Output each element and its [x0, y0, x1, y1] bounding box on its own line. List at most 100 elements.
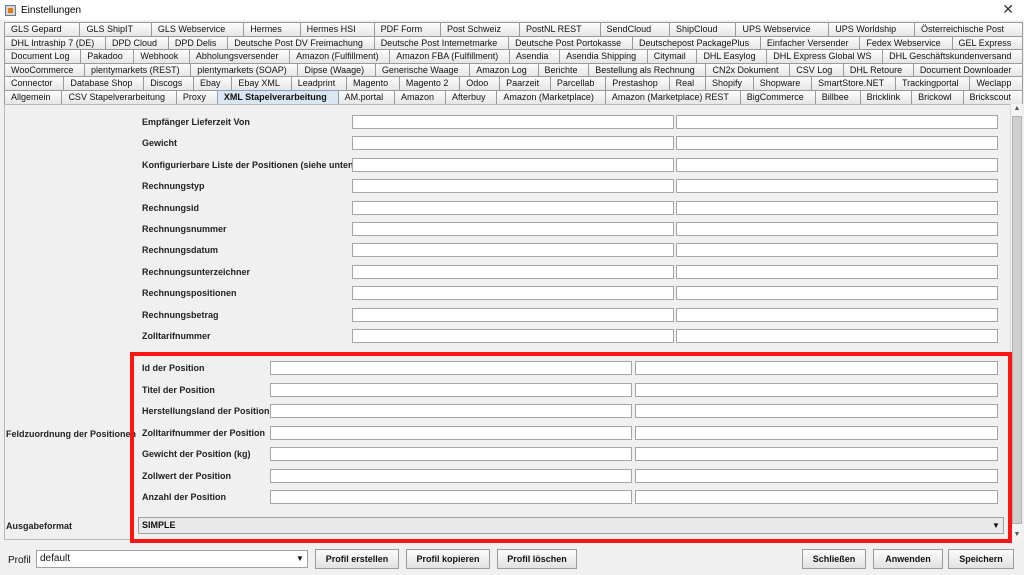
scroll-up-icon[interactable]: ▲	[1011, 104, 1023, 114]
target-field-input[interactable]	[676, 200, 998, 215]
anwenden-button[interactable]: Anwenden	[873, 549, 943, 569]
position-target-input[interactable]	[635, 382, 998, 397]
tab-document-downloader[interactable]: Document Downloader	[912, 62, 1024, 77]
tab-gel-express[interactable]: GEL Express	[951, 35, 1024, 50]
tab-magento[interactable]: Magento	[346, 76, 400, 90]
position-source-input[interactable]	[270, 425, 632, 440]
target-field-input[interactable]	[676, 222, 998, 236]
profil-select[interactable]: default ▼	[36, 550, 308, 568]
tab-brickowl[interactable]: Brickowl	[911, 89, 964, 104]
tab-dpd-delis[interactable]: DPD Delis	[167, 35, 229, 50]
tab-einfacher-versender[interactable]: Einfacher Versender	[759, 35, 861, 50]
tab-deutsche-post-portokasse[interactable]: Deutsche Post Portokasse	[508, 35, 633, 50]
tab-brickscout[interactable]: Brickscout	[962, 89, 1023, 104]
tab-amazon-log[interactable]: Amazon Log	[469, 62, 539, 77]
tab-hermes[interactable]: Hermes	[243, 22, 301, 36]
tab-berichte[interactable]: Berichte	[537, 62, 590, 77]
tab-parcellab[interactable]: Parcellab	[549, 76, 607, 90]
tab-shipcloud[interactable]: ShipCloud	[669, 22, 737, 36]
source-field-input[interactable]	[352, 115, 674, 129]
tab-gls-shipit[interactable]: GLS ShipIT	[79, 22, 152, 36]
position-source-input[interactable]	[270, 361, 632, 375]
tab-asendia[interactable]: Asendia	[508, 49, 561, 63]
tab-gls-gepard[interactable]: GLS Gepard	[4, 22, 81, 36]
tab-bricklink[interactable]: Bricklink	[859, 89, 913, 104]
tab-dpd-cloud[interactable]: DPD Cloud	[105, 35, 169, 50]
position-target-input[interactable]	[635, 447, 998, 461]
tab-xml-stapelverarbeitung[interactable]: XML Stapelverarbeitung	[216, 89, 339, 104]
position-target-input[interactable]	[635, 404, 998, 418]
tab-am-portal[interactable]: AM.portal	[337, 89, 396, 104]
source-field-input[interactable]	[352, 222, 674, 236]
tab-bestellung-als-rechnung[interactable]: Bestellung als Rechnung	[588, 62, 707, 77]
source-field-input[interactable]	[352, 307, 674, 322]
scroll-thumb[interactable]	[1012, 116, 1022, 524]
tab-allgemein[interactable]: Allgemein	[4, 89, 63, 104]
source-field-input[interactable]	[352, 286, 674, 301]
position-target-input[interactable]	[635, 361, 998, 375]
source-field-input[interactable]	[352, 329, 674, 343]
tab-leadprint[interactable]: Leadprint	[290, 76, 348, 90]
target-field-input[interactable]	[676, 179, 998, 194]
tab-generische-waage[interactable]: Generische Waage	[374, 62, 471, 77]
scroll-down-icon[interactable]: ▼	[1011, 530, 1023, 540]
tab-amazon[interactable]: Amazon	[394, 89, 446, 104]
close-icon[interactable]: ✕	[1002, 1, 1014, 18]
chevron-down-icon[interactable]: ▼	[293, 551, 307, 567]
tab-smartstore-net[interactable]: SmartStore.NET	[811, 76, 896, 90]
tab-database-shop[interactable]: Database Shop	[63, 76, 145, 90]
tab-real[interactable]: Real	[668, 76, 706, 90]
profil-kopieren-button[interactable]: Profil kopieren	[406, 549, 490, 569]
tab-csv-stapelverarbeitung[interactable]: CSV Stapelverarbeitung	[61, 89, 177, 104]
position-target-input[interactable]	[635, 425, 998, 440]
source-field-input[interactable]	[352, 200, 674, 215]
profil-erstellen-button[interactable]: Profil erstellen	[315, 549, 399, 569]
tab-csv-log[interactable]: CSV Log	[789, 62, 844, 77]
tab-sendcloud[interactable]: SendCloud	[599, 22, 671, 36]
tab-österreichische-post[interactable]: Österreichische Post	[914, 22, 1023, 36]
ausgabeformat-select[interactable]: SIMPLE ▼	[138, 517, 1004, 534]
tab-amazon-fba-fulfillment[interactable]: Amazon FBA (Fulfillment)	[389, 49, 510, 63]
tab-pakadoo[interactable]: Pakadoo	[80, 49, 135, 63]
source-field-input[interactable]	[352, 243, 674, 258]
chevron-down-icon[interactable]: ▼	[989, 518, 1003, 533]
source-field-input[interactable]	[352, 179, 674, 194]
tab-amazon-marketplace[interactable]: Amazon (Marketplace)	[496, 89, 606, 104]
vertical-scrollbar[interactable]: ▲ ▼	[1010, 104, 1022, 540]
tab-fedex-webservice[interactable]: Fedex Webservice	[859, 35, 953, 50]
tab-cn2x-dokument[interactable]: CN2x Dokument	[705, 62, 791, 77]
target-field-input[interactable]	[676, 157, 998, 172]
position-source-input[interactable]	[270, 382, 632, 397]
tab-bigcommerce[interactable]: BigCommerce	[739, 89, 816, 104]
tab-woocommerce[interactable]: WooCommerce	[4, 62, 86, 77]
position-source-input[interactable]	[270, 490, 632, 504]
source-field-input[interactable]	[352, 264, 674, 279]
tab-magento-2[interactable]: Magento 2	[398, 76, 461, 90]
tab-shopware[interactable]: Shopware	[752, 76, 813, 90]
tab-webhook[interactable]: Webhook	[133, 49, 190, 63]
tab-odoo[interactable]: Odoo	[459, 76, 501, 90]
tab-deutsche-post-dv-freimachung[interactable]: Deutsche Post DV Freimachung	[227, 35, 375, 50]
tab-billbee[interactable]: Billbee	[814, 89, 861, 104]
target-field-input[interactable]	[676, 264, 998, 279]
target-field-input[interactable]	[676, 115, 998, 129]
tab-pdf-form[interactable]: PDF Form	[373, 22, 441, 36]
tab-shopify[interactable]: Shopify	[704, 76, 754, 90]
target-field-input[interactable]	[676, 136, 998, 151]
tab-gls-webservice[interactable]: GLS Webservice	[150, 22, 245, 36]
tab-paarzeit[interactable]: Paarzeit	[499, 76, 551, 90]
source-field-input[interactable]	[352, 157, 674, 172]
tab-proxy[interactable]: Proxy	[175, 89, 218, 104]
tab-deutsche-post-internetmarke[interactable]: Deutsche Post Internetmarke	[373, 35, 510, 50]
tab-plentymarkets-rest[interactable]: plentymarkets (REST)	[84, 62, 192, 77]
tab-plentymarkets-soap[interactable]: plentymarkets (SOAP)	[190, 62, 299, 77]
tab-dhl-intraship-7-de[interactable]: DHL Intraship 7 (DE)	[4, 35, 107, 50]
position-source-input[interactable]	[270, 447, 632, 461]
source-field-input[interactable]	[352, 136, 674, 151]
tab-asendia-shipping[interactable]: Asendia Shipping	[559, 49, 648, 63]
tab-postnl-rest[interactable]: PostNL REST	[518, 22, 601, 36]
tab-ups-webservice[interactable]: UPS Webservice	[735, 22, 830, 36]
tab-trackingportal[interactable]: Trackingportal	[894, 76, 971, 90]
tab-citymail[interactable]: Citymail	[646, 49, 698, 63]
profil-loeschen-button[interactable]: Profil löschen	[497, 549, 577, 569]
